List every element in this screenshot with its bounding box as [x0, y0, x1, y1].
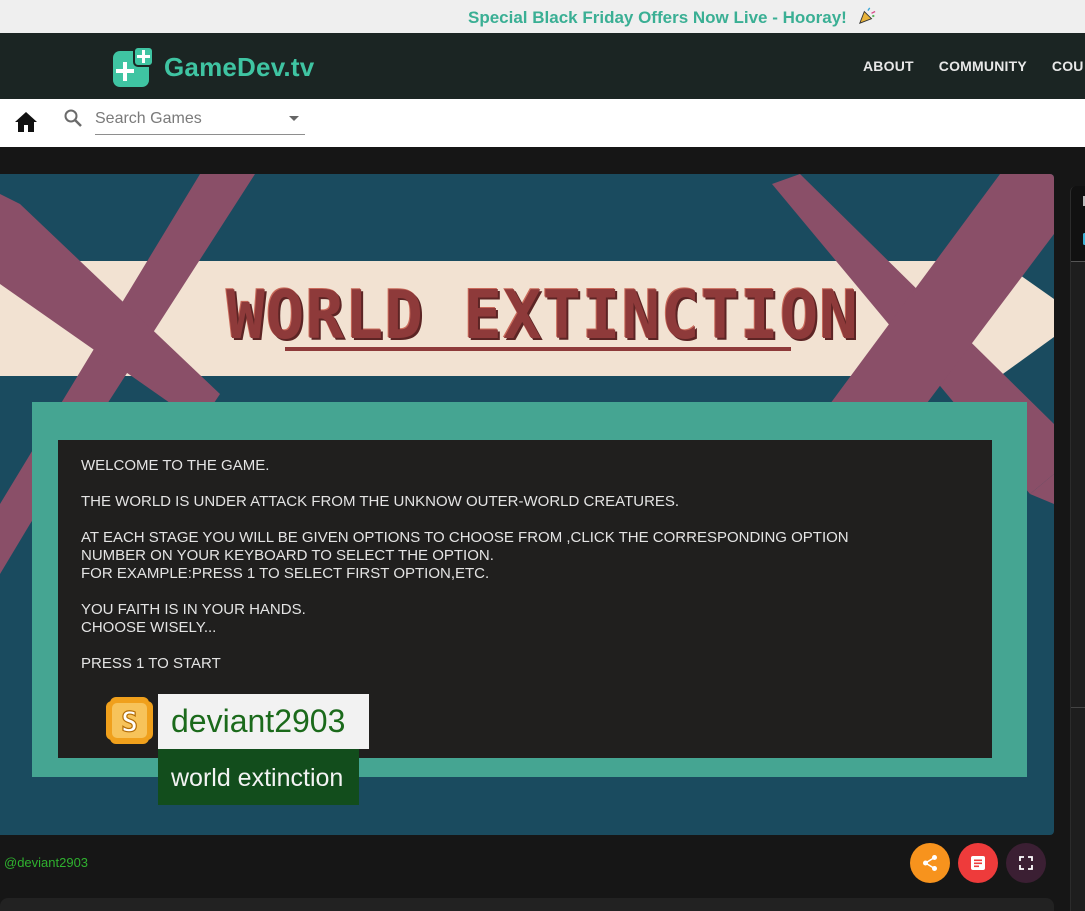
game-canvas[interactable]: WELCOME TO THE GAME. THE WORLD IS UNDER … [0, 174, 1054, 835]
game-name-tag: world extinction [158, 749, 359, 805]
console-gap [81, 475, 981, 493]
bottom-panel-edge [0, 898, 1054, 911]
game-name-tag-text: world extinction [171, 764, 344, 792]
nav-about[interactable]: ABOUT [863, 58, 914, 74]
author-tag: deviant2903 [158, 694, 369, 749]
search-input[interactable] [95, 107, 275, 131]
console-line: AT EACH STAGE YOU WILL BE GIVEN OPTIONS … [81, 529, 849, 546]
search-bar [0, 99, 1085, 147]
fullscreen-button[interactable] [1006, 843, 1046, 883]
console-gap [81, 583, 981, 601]
side-panel-divider [1071, 707, 1085, 708]
side-panel-divider [1071, 261, 1085, 262]
search-icon [64, 109, 82, 127]
promo-label: Special Black Friday Offers Now Live - H… [468, 8, 847, 27]
console-line: FOR EXAMPLE:PRESS 1 TO SELECT FIRST OPTI… [81, 565, 490, 582]
author-tag-text: deviant2903 [171, 703, 346, 739]
search-field[interactable] [95, 105, 305, 135]
console-gap [81, 511, 981, 529]
chevron-down-icon[interactable] [289, 116, 299, 121]
svg-text:S: S [121, 705, 138, 738]
top-navigation: GameDev.tv ABOUT COMMUNITY COU [0, 33, 1085, 99]
party-popper-icon [858, 7, 875, 24]
nav-courses[interactable]: COU [1052, 58, 1084, 74]
home-icon[interactable] [14, 111, 38, 133]
share-icon [923, 855, 937, 871]
promo-banner[interactable]: Special Black Friday Offers Now Live - H… [0, 0, 1085, 33]
notes-icon [971, 856, 985, 870]
share-button[interactable] [910, 843, 950, 883]
promo-text[interactable]: Special Black Friday Offers Now Live - H… [468, 7, 876, 28]
console-line: CHOOSE WISELY... [81, 619, 217, 636]
nav-community[interactable]: COMMUNITY [939, 58, 1027, 74]
brand-name[interactable]: GameDev.tv [164, 52, 314, 83]
side-panel-header [1071, 186, 1085, 261]
fullscreen-icon [1019, 856, 1033, 870]
notes-button[interactable] [958, 843, 998, 883]
nav-links: ABOUT COMMUNITY COU [863, 58, 1085, 74]
console-line: WELCOME TO THE GAME. [81, 457, 270, 474]
console-line: THE WORLD IS UNDER ATTACK FROM THE UNKNO… [81, 493, 680, 510]
console-line: PRESS 1 TO START [81, 655, 221, 672]
side-panel [1070, 186, 1085, 911]
author-link[interactable]: @deviant2903 [4, 855, 88, 870]
console-line: YOU FAITH IS IN YOUR HANDS. [81, 601, 306, 618]
game-title: WORLD EXTINCTION [226, 277, 859, 355]
console-line: NUMBER ON YOUR KEYBOARD TO SELECT THE OP… [81, 547, 494, 564]
plus-logo-icon[interactable] [113, 47, 153, 87]
console-text: WELCOME TO THE GAME. THE WORLD IS UNDER … [81, 457, 981, 673]
console-gap [81, 637, 981, 655]
coin-icon: S [106, 697, 153, 744]
